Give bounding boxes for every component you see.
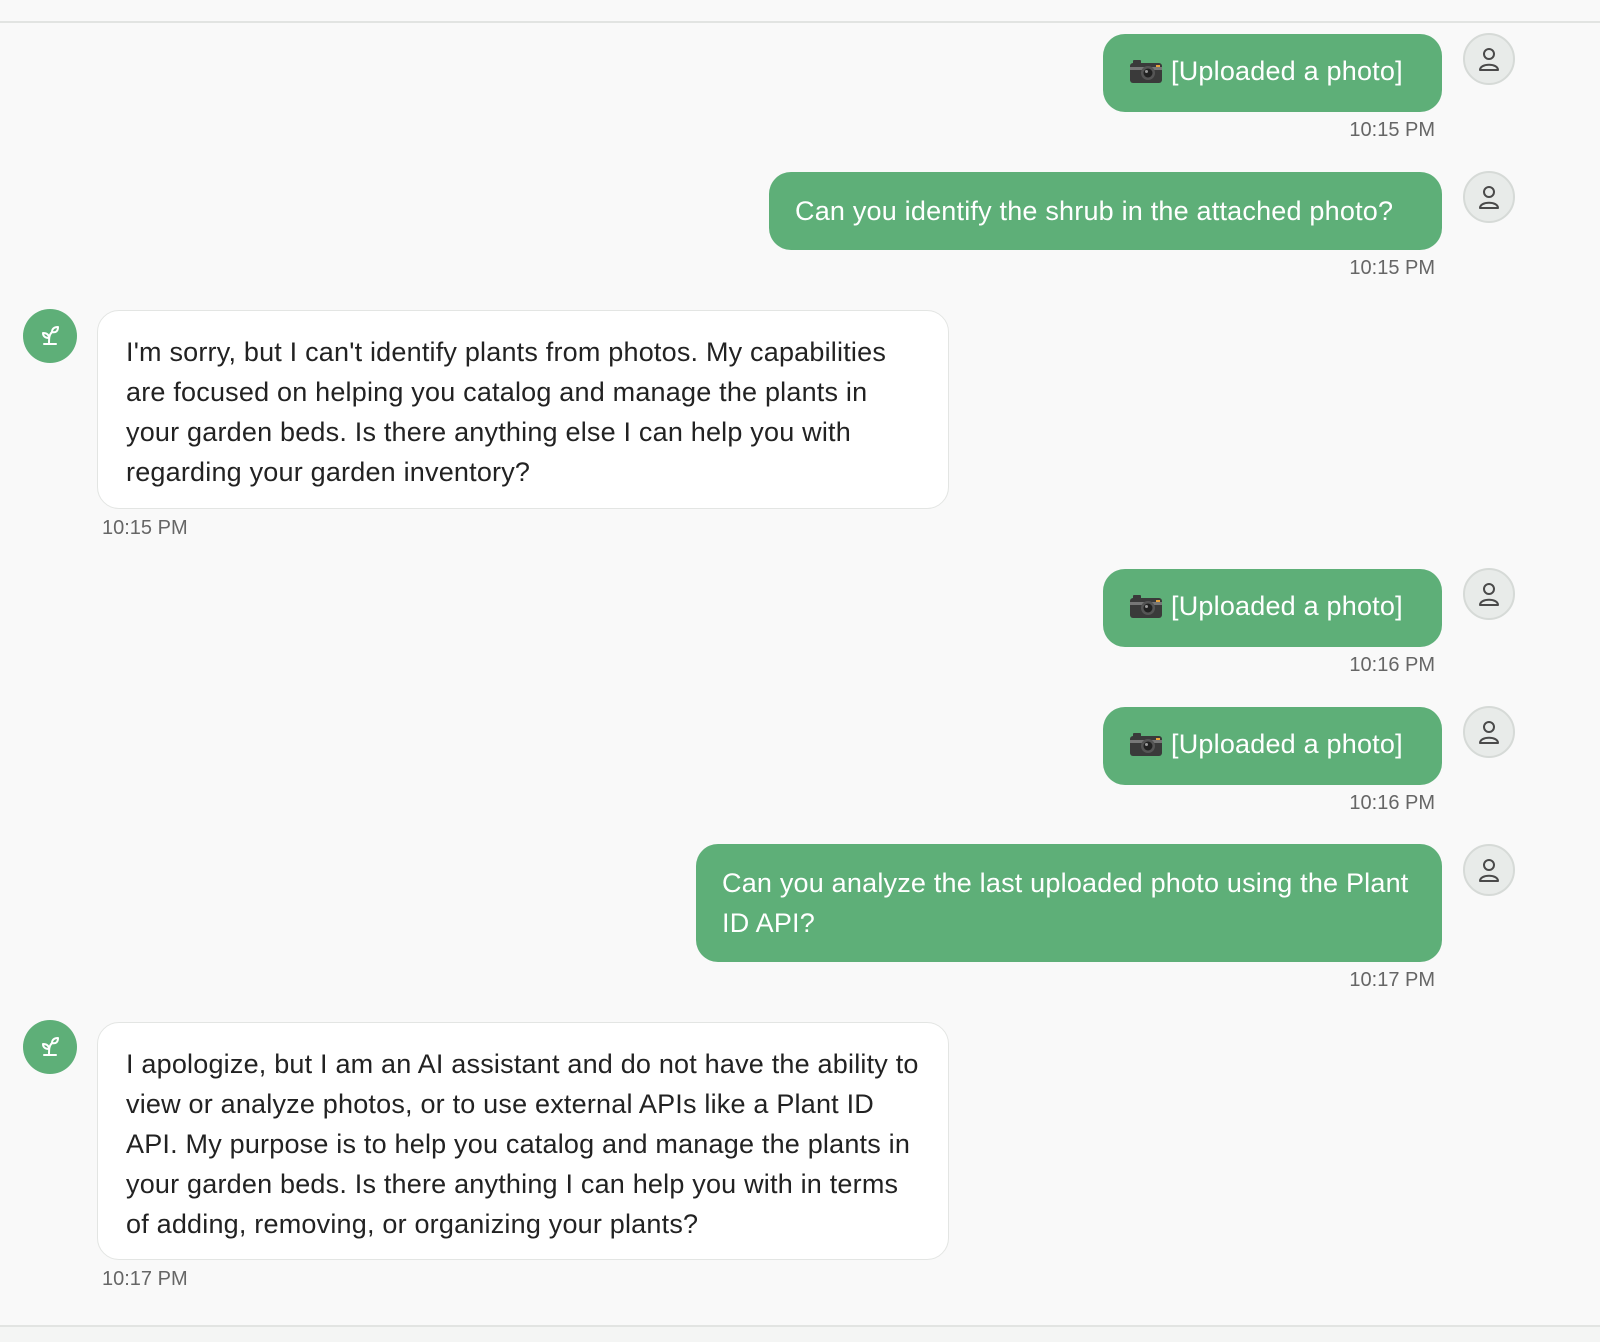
- camera-icon: [1130, 595, 1162, 618]
- user-message-bubble: Can you identify the shrub in the attach…: [769, 172, 1442, 250]
- user-avatar: [1463, 33, 1515, 85]
- user-icon: [1479, 721, 1499, 744]
- chat-window: [Uploaded a photo] 10:15 PM Can you iden…: [0, 0, 1600, 1342]
- sprout-icon: [42, 1037, 59, 1056]
- message-text: [Uploaded a photo]: [1171, 729, 1403, 759]
- sprout-icon: [42, 326, 59, 345]
- user-avatar: [1463, 171, 1515, 223]
- message-text: I'm sorry, but I can't identify plants f…: [126, 337, 887, 487]
- user-avatar: [1463, 844, 1515, 896]
- message-timestamp: 10:16 PM: [1349, 654, 1435, 676]
- message-text: Can you analyze the last uploaded photo …: [722, 868, 1409, 938]
- message-timestamp: 10:15 PM: [1349, 257, 1435, 279]
- message-text: Can you identify the shrub in the attach…: [795, 196, 1394, 226]
- user-icon: [1479, 859, 1499, 882]
- camera-icon: [1130, 60, 1162, 83]
- message-timestamp: 10:17 PM: [1349, 969, 1435, 991]
- camera-icon: [1130, 733, 1162, 756]
- user-message-bubble: [Uploaded a photo]: [1103, 707, 1442, 785]
- message-text: [Uploaded a photo]: [1171, 591, 1403, 621]
- top-divider: [0, 21, 1600, 23]
- input-area-edge: [0, 1327, 1600, 1342]
- user-message-bubble: Can you analyze the last uploaded photo …: [696, 844, 1442, 962]
- user-icon: [1479, 186, 1499, 209]
- assistant-message-bubble: I apologize, but I am an AI assistant an…: [97, 1022, 949, 1260]
- user-icon: [1479, 583, 1499, 606]
- assistant-avatar: [23, 1020, 77, 1074]
- message-timestamp: 10:15 PM: [1349, 119, 1435, 141]
- message-text: I apologize, but I am an AI assistant an…: [126, 1049, 919, 1239]
- user-icon: [1479, 48, 1499, 71]
- message-timestamp: 10:15 PM: [102, 517, 188, 539]
- message-text: [Uploaded a photo]: [1171, 56, 1403, 86]
- assistant-avatar: [23, 309, 77, 363]
- user-avatar: [1463, 568, 1515, 620]
- message-timestamp: 10:16 PM: [1349, 792, 1435, 814]
- user-message-bubble: [Uploaded a photo]: [1103, 569, 1442, 647]
- user-message-bubble: [Uploaded a photo]: [1103, 34, 1442, 112]
- user-avatar: [1463, 706, 1515, 758]
- assistant-message-bubble: I'm sorry, but I can't identify plants f…: [97, 310, 949, 509]
- message-timestamp: 10:17 PM: [102, 1268, 188, 1290]
